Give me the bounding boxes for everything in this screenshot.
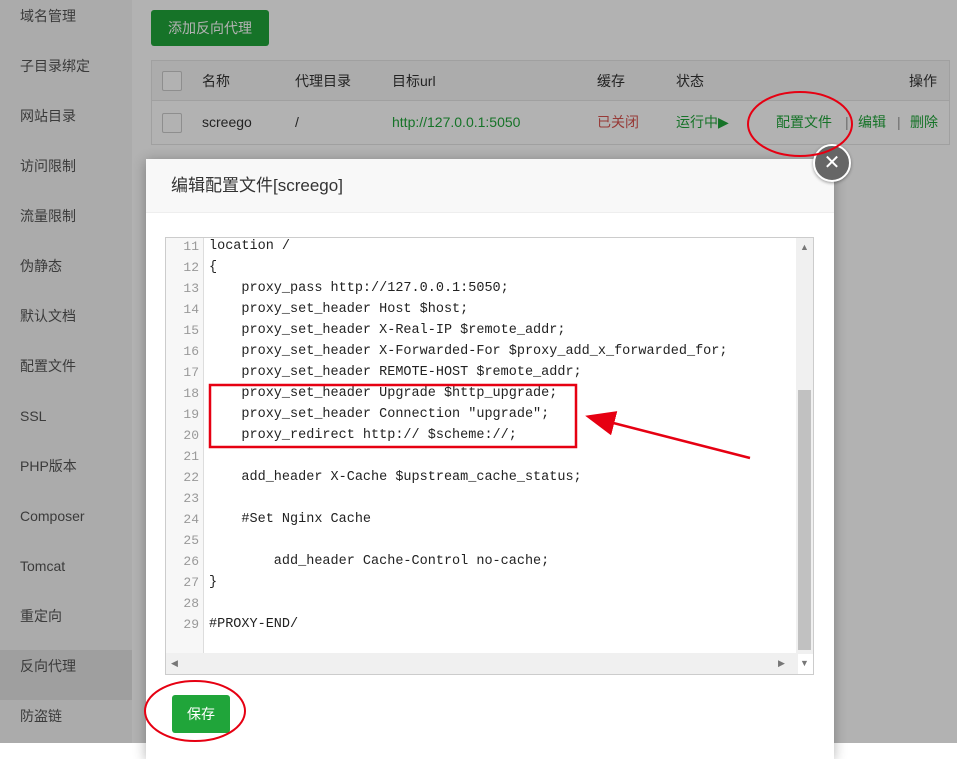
horizontal-scrollbar[interactable]: ◀ ▶ [166, 653, 798, 674]
close-icon[interactable]: ✕ [813, 144, 851, 182]
dialog-title: 编辑配置文件[screego] [146, 159, 834, 213]
edit-config-dialog: 编辑配置文件[screego] 11 location / 12 {13 proxy_… [146, 159, 834, 759]
code-text[interactable]: proxy_set_header Connection "upgrade"; [209, 404, 549, 425]
code-text[interactable]: proxy_set_header REMOTE-HOST $remote_add… [209, 362, 581, 383]
code-editor[interactable]: 11 location / 12 {13 proxy_pass http://127.… [165, 237, 814, 675]
line-number: 12 [183, 260, 199, 275]
scroll-left-icon[interactable]: ◀ [171, 658, 178, 669]
line-number: 11 [183, 239, 199, 254]
code-text[interactable]: #Set Nginx Cache [209, 509, 371, 530]
line-number: 13 [183, 281, 199, 296]
code-text[interactable]: proxy_set_header Host $host; [209, 299, 468, 320]
line-number: 17 [183, 365, 199, 380]
code-text[interactable]: proxy_set_header X-Forwarded-For $proxy_… [209, 341, 727, 362]
line-number: 22 [183, 470, 199, 485]
scrollbar-thumb[interactable] [798, 390, 811, 650]
code-text[interactable]: } [209, 572, 217, 593]
line-number: 18 [183, 386, 199, 401]
code-text[interactable]: add_header X-Cache $upstream_cache_statu… [209, 467, 581, 488]
line-number: 26 [183, 554, 199, 569]
line-number: 20 [183, 428, 199, 443]
line-number: 14 [183, 302, 199, 317]
vertical-scrollbar[interactable]: ▲ ▼ [796, 238, 813, 668]
code-text[interactable]: proxy_redirect http:// $scheme://; [209, 425, 516, 446]
line-number: 21 [183, 449, 199, 464]
code-text[interactable]: { [209, 257, 217, 278]
line-number: 15 [183, 323, 199, 338]
code-text[interactable]: proxy_set_header X-Real-IP $remote_addr; [209, 320, 565, 341]
line-number: 27 [183, 575, 199, 590]
code-text[interactable]: add_header Cache-Control no-cache; [209, 551, 549, 572]
scroll-up-icon[interactable]: ▲ [800, 242, 809, 252]
code-text[interactable]: proxy_set_header Upgrade $http_upgrade; [209, 383, 557, 404]
line-number: 23 [183, 491, 199, 506]
line-number: 16 [183, 344, 199, 359]
line-number: 28 [183, 596, 199, 611]
scroll-right-icon[interactable]: ▶ [778, 658, 785, 669]
line-number: 29 [183, 617, 199, 632]
line-number: 25 [183, 533, 199, 548]
line-number: 19 [183, 407, 199, 422]
save-button[interactable]: 保存 [172, 695, 230, 733]
code-text[interactable]: proxy_pass http://127.0.0.1:5050; [209, 278, 508, 299]
code-text[interactable]: #PROXY-END/ [209, 614, 298, 635]
scroll-down-icon[interactable]: ▼ [800, 658, 809, 668]
code-text[interactable]: location / [209, 238, 290, 257]
line-number: 24 [183, 512, 199, 527]
